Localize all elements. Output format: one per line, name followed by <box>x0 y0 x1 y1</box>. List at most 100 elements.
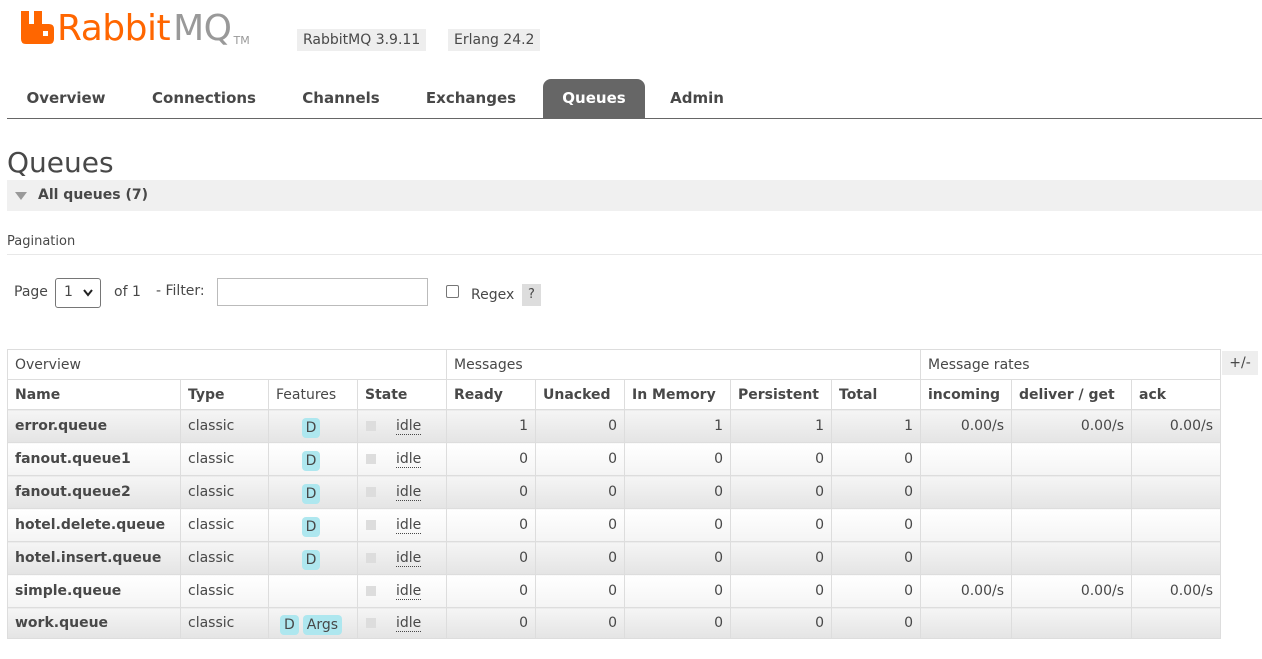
col-header-ready[interactable]: Ready <box>446 379 536 410</box>
ack-rate-cell <box>1131 475 1221 509</box>
in-memory-cell: 0 <box>624 475 731 509</box>
features-cell: D <box>268 541 358 575</box>
feature-badge-d[interactable]: D <box>301 451 321 471</box>
tab-exchanges[interactable]: Exchanges <box>413 79 529 118</box>
feature-badge-d[interactable]: D <box>301 517 321 537</box>
queue-name-link[interactable]: hotel.delete.queue <box>7 508 181 542</box>
queue-type-cell: classic <box>180 409 269 443</box>
rabbitmq-logo[interactable]: Rabbit MQ TM <box>21 10 250 50</box>
state-label: idle <box>396 549 422 567</box>
col-header-incoming[interactable]: incoming <box>920 379 1012 410</box>
col-header-in-memory[interactable]: In Memory <box>624 379 731 410</box>
tab-connections[interactable]: Connections <box>137 79 271 118</box>
ack-rate-cell <box>1131 541 1221 575</box>
version-badge: RabbitMQ 3.9.11 <box>297 29 427 51</box>
feature-badge-d[interactable]: D <box>301 484 321 504</box>
queue-name-link[interactable]: fanout.queue2 <box>7 475 181 509</box>
table-row: work.queue classic D Args idle 0 0 0 0 0 <box>7 607 1221 639</box>
ready-cell: 0 <box>446 508 536 542</box>
rabbitmq-logo-icon <box>21 11 54 44</box>
col-header-total[interactable]: Total <box>831 379 921 410</box>
queue-name-link[interactable]: simple.queue <box>7 574 181 608</box>
unacked-cell: 0 <box>535 607 625 639</box>
table-row: fanout.queue2 classic Didle 0 0 0 0 0 <box>7 475 1221 509</box>
logo-text-rabbit: Rabbit <box>57 8 171 49</box>
col-header-name[interactable]: Name <box>7 379 181 410</box>
in-memory-cell: 0 <box>624 541 731 575</box>
queue-name-link[interactable]: fanout.queue1 <box>7 442 181 476</box>
col-header-persistent[interactable]: Persistent <box>730 379 832 410</box>
queue-type-cell: classic <box>180 508 269 542</box>
page-select-value: 1 <box>64 284 73 300</box>
ack-rate-cell <box>1131 508 1221 542</box>
feature-badge-args[interactable]: Args <box>302 615 343 635</box>
table-row: simple.queue classic idle 0 0 0 0 0 0.00/s 0.00/s… <box>7 574 1221 608</box>
group-header-message-rates: Message rates <box>920 349 1221 380</box>
all-queues-section-toggle[interactable]: All queues (7) <box>7 180 1262 211</box>
filter-label: - Filter: <box>156 283 205 299</box>
queues-table: Overview Messages Message rates Name Typ… <box>7 349 1221 639</box>
deliver-get-rate-cell <box>1011 541 1132 575</box>
regex-label: Regex <box>471 287 515 303</box>
filter-input[interactable] <box>217 278 428 306</box>
queue-name-link[interactable]: hotel.insert.queue <box>7 541 181 575</box>
persistent-cell: 0 <box>730 574 832 608</box>
state-indicator-icon <box>366 585 376 596</box>
page-select[interactable]: 1 <box>55 278 101 308</box>
state-label: idle <box>396 450 422 468</box>
incoming-rate-cell <box>920 508 1012 542</box>
total-cell: 0 <box>831 508 921 542</box>
collapse-triangle-icon <box>15 192 27 200</box>
logo-trademark: TM <box>233 34 250 47</box>
tab-queues[interactable]: Queues <box>543 79 645 118</box>
state-indicator-icon <box>366 486 376 497</box>
state-cell: idle <box>357 607 447 639</box>
in-memory-cell: 0 <box>624 442 731 476</box>
features-cell: D <box>268 475 358 509</box>
unacked-cell: 0 <box>535 574 625 608</box>
feature-badge-d[interactable]: D <box>301 418 321 438</box>
state-indicator-icon <box>366 420 376 431</box>
unacked-cell: 0 <box>535 442 625 476</box>
col-header-deliver-get[interactable]: deliver / get <box>1011 379 1132 410</box>
regex-help-button[interactable]: ? <box>522 284 541 306</box>
state-label: idle <box>396 483 422 501</box>
tab-channels[interactable]: Channels <box>287 79 395 118</box>
deliver-get-rate-cell: 0.00/s <box>1011 409 1132 443</box>
incoming-rate-cell <box>920 541 1012 575</box>
ready-cell: 0 <box>446 541 536 575</box>
queue-type-cell: classic <box>180 607 269 639</box>
feature-badge-d[interactable]: D <box>301 550 321 570</box>
queue-name-link[interactable]: error.queue <box>7 409 181 443</box>
group-header-messages: Messages <box>446 349 921 380</box>
persistent-cell: 1 <box>730 409 832 443</box>
ready-cell: 1 <box>446 409 536 443</box>
ready-cell: 0 <box>446 574 536 608</box>
tab-admin[interactable]: Admin <box>659 79 735 118</box>
deliver-get-rate-cell <box>1011 508 1132 542</box>
ready-cell: 0 <box>446 607 536 639</box>
unacked-cell: 0 <box>535 508 625 542</box>
table-row: error.queue classic Didle 1 0 1 1 1 0.00/s 0.00/s… <box>7 409 1221 443</box>
state-cell: idle <box>357 475 447 509</box>
ack-rate-cell: 0.00/s <box>1131 574 1221 608</box>
col-header-type[interactable]: Type <box>180 379 269 410</box>
deliver-get-rate-cell <box>1011 475 1132 509</box>
queue-name-link[interactable]: work.queue <box>7 607 181 639</box>
page-of-label: of 1 <box>114 284 141 300</box>
in-memory-cell: 0 <box>624 508 731 542</box>
persistent-cell: 0 <box>730 541 832 575</box>
erlang-badge: Erlang 24.2 <box>448 29 541 51</box>
tab-overview[interactable]: Overview <box>12 79 120 118</box>
state-cell: idle <box>357 409 447 443</box>
state-label: idle <box>396 614 422 632</box>
state-indicator-icon <box>366 519 376 530</box>
regex-checkbox[interactable] <box>446 285 459 298</box>
feature-badge-d[interactable]: D <box>279 615 299 635</box>
col-header-unacked[interactable]: Unacked <box>535 379 625 410</box>
state-indicator-icon <box>366 552 376 563</box>
state-indicator-icon <box>366 453 376 464</box>
col-header-state[interactable]: State <box>357 379 447 410</box>
col-header-ack[interactable]: ack <box>1131 379 1221 410</box>
columns-toggle-button[interactable]: +/- <box>1222 351 1258 375</box>
